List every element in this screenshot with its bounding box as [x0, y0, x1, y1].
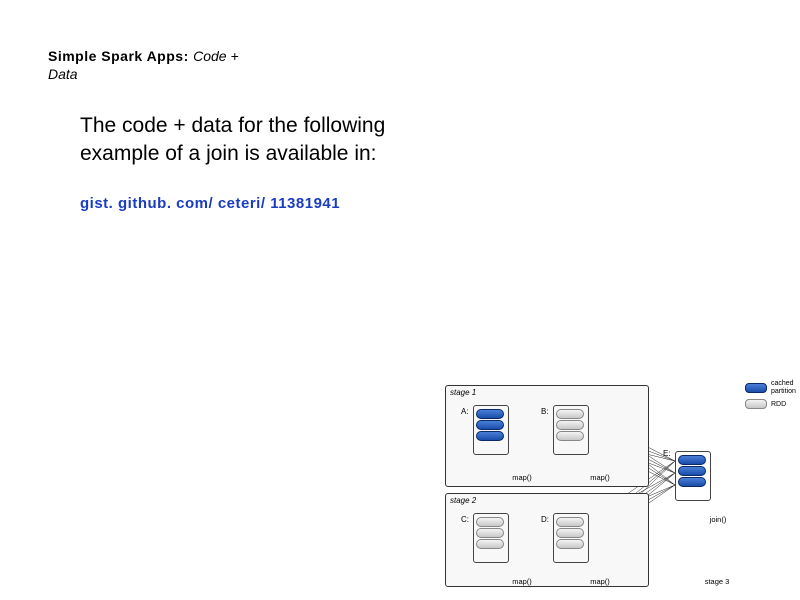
partition-icon: [556, 539, 584, 549]
label-B: B:: [541, 407, 549, 416]
title-italic-2: Data: [48, 66, 78, 82]
legend: cached partition RDD: [745, 380, 796, 413]
label-C: C:: [461, 515, 469, 524]
body-paragraph: The code + data for the following exampl…: [80, 112, 460, 169]
partition-icon: [556, 528, 584, 538]
label-E: E:: [663, 449, 671, 458]
partition-cached-icon: [476, 420, 504, 430]
label-D: D:: [541, 515, 549, 524]
partition-icon: [556, 409, 584, 419]
title-bold: Simple Spark Apps:: [48, 48, 193, 64]
partition-icon: [476, 539, 504, 549]
rdd-B: [550, 409, 590, 441]
partition-icon: [556, 431, 584, 441]
partition-icon: [476, 528, 504, 538]
op-map-4: map(): [585, 577, 615, 586]
legend-cached-label: cached partition: [771, 380, 796, 395]
partition-icon: [556, 517, 584, 527]
partition-icon: [476, 517, 504, 527]
title-italic-1: Code +: [193, 48, 239, 64]
slide-title: Simple Spark Apps: Code + Data: [48, 48, 348, 84]
legend-rdd-label: RDD: [771, 401, 786, 409]
partition-cached-icon: [476, 409, 504, 419]
partition-icon: [556, 420, 584, 430]
rdd-C: [470, 517, 510, 549]
partition-cached-icon: [476, 431, 504, 441]
op-map-3: map(): [507, 577, 537, 586]
stage-3-label: stage 3: [697, 577, 737, 586]
rdd-D: [550, 517, 590, 549]
label-A: A:: [461, 407, 469, 416]
legend-cached-swatch-icon: [745, 383, 767, 393]
op-map-1: map(): [507, 473, 537, 482]
stage-1-label: stage 1: [450, 388, 476, 397]
stage-2-label: stage 2: [450, 496, 476, 505]
partition-cached-icon: [678, 466, 706, 476]
partition-cached-icon: [678, 477, 706, 487]
op-map-2: map(): [585, 473, 615, 482]
rdd-A: [470, 409, 510, 441]
op-join: join(): [703, 515, 733, 524]
partition-cached-icon: [678, 455, 706, 465]
gist-link[interactable]: gist. github. com/ ceteri/ 11381941: [80, 195, 340, 212]
legend-rdd-swatch-icon: [745, 399, 767, 409]
rdd-E: [672, 455, 712, 487]
dag-diagram: stage 1 A: B: map() map() stage 2 C: D: …: [445, 385, 795, 595]
